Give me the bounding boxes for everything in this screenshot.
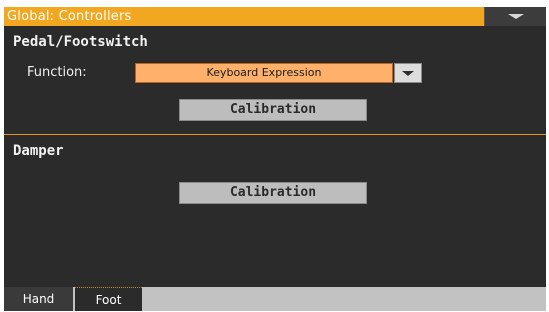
title-bar: Global: Controllers	[4, 7, 546, 26]
tab-foot[interactable]: Foot	[75, 287, 142, 311]
section-divider	[4, 134, 546, 135]
page-title: Global: Controllers	[7, 9, 132, 24]
page-menu-button[interactable]	[484, 7, 546, 26]
controllers-screen: Global: Controllers Pedal/Footswitch Fun…	[4, 7, 546, 311]
tab-bar: Hand Foot	[4, 287, 546, 311]
function-select[interactable]: Keyboard Expression	[135, 63, 393, 83]
dropdown-arrow-icon	[402, 71, 414, 76]
damper-calibration-button[interactable]: Calibration	[179, 182, 367, 204]
pedal-footswitch-heading: Pedal/Footswitch	[13, 34, 148, 50]
function-select-value: Keyboard Expression	[206, 66, 322, 79]
damper-heading: Damper	[13, 143, 64, 159]
chevron-down-icon	[508, 14, 524, 19]
tab-hand[interactable]: Hand	[4, 287, 73, 311]
pedal-calibration-button[interactable]: Calibration	[179, 99, 367, 121]
function-label: Function:	[27, 65, 87, 80]
function-dropdown-button[interactable]	[394, 63, 422, 83]
